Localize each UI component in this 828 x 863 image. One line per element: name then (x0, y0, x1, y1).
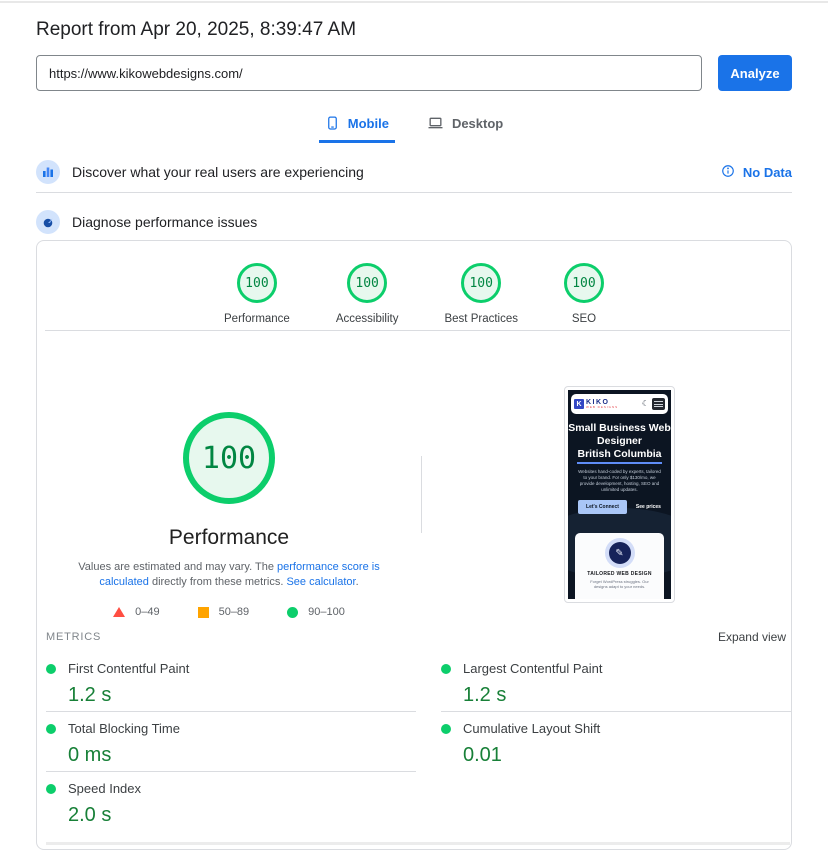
best-practices-score-circle: 100 (461, 263, 501, 303)
field-data-label: Discover what your real users are experi… (72, 164, 364, 180)
category-accessibility[interactable]: 100 Accessibility (336, 263, 399, 325)
screenshot-brand: K KIKO WEB DESIGNS (574, 399, 618, 409)
report-card: 100 Performance 100 Accessibility 100 Be… (36, 240, 792, 850)
pass-circle-icon (287, 607, 298, 618)
lab-data-label: Diagnose performance issues (72, 214, 257, 230)
see-calculator-link[interactable]: See calculator (286, 576, 355, 588)
hamburger-menu-icon (652, 398, 665, 410)
score-disclaimer: Values are estimated and may vary. The p… (57, 560, 402, 590)
tab-mobile-label: Mobile (348, 116, 389, 131)
legend-average-range: 50–89 (219, 606, 250, 618)
pass-dot-icon (441, 664, 451, 674)
moon-icon: ☾ (642, 400, 649, 408)
no-data-status[interactable]: No Data (721, 164, 792, 181)
info-icon[interactable] (721, 164, 735, 181)
disclaimer-text-3: . (356, 576, 359, 588)
screenshot-navbar: K KIKO WEB DESIGNS ☾ (571, 394, 668, 414)
best-practices-score-label: Best Practices (444, 313, 518, 325)
expand-view-button[interactable]: Expand view (718, 630, 786, 644)
legend-fail-range: 0–49 (135, 606, 159, 618)
accessibility-score-label: Accessibility (336, 313, 399, 325)
pass-dot-icon (441, 724, 451, 734)
metric-value: 1.2 s (463, 683, 791, 707)
page-title: Report from Apr 20, 2025, 8:39:47 AM (36, 18, 792, 42)
mobile-phone-icon (325, 115, 340, 131)
vertical-divider (421, 456, 422, 533)
metrics-grid: First Contentful Paint 1.2 s Largest Con… (46, 652, 791, 831)
pass-dot-icon (46, 724, 56, 734)
screenshot-headline: Small Business Web Designer British Colu… (568, 422, 671, 464)
fail-triangle-icon (113, 607, 125, 617)
performance-section: 100 Performance Values are estimated and… (37, 331, 791, 630)
feature-title: TAILORED WEB DESIGN (575, 571, 664, 577)
metric-empty-cell (441, 771, 791, 831)
legend-pass: 90–100 (287, 606, 345, 618)
real-users-chart-icon (36, 160, 60, 184)
analyze-button[interactable]: Analyze (718, 55, 792, 91)
performance-score-circle: 100 (237, 263, 277, 303)
tab-mobile[interactable]: Mobile (319, 111, 395, 143)
screenshot-body-text: Websites hand-coded by experts, tailored… (577, 469, 662, 493)
accessibility-score-circle: 100 (347, 263, 387, 303)
device-tabs: Mobile Desktop (36, 111, 792, 143)
screenshot-feature-card: ✎ TAILORED WEB DESIGN Forget WordPress s… (575, 533, 664, 599)
pass-dot-icon (46, 784, 56, 794)
category-scores: 100 Performance 100 Accessibility 100 Be… (37, 241, 791, 325)
performance-gauge[interactable]: 100 (183, 412, 275, 504)
metric-value: 0.01 (463, 743, 791, 767)
lab-data-row: Diagnose performance issues (36, 210, 792, 234)
metric-value: 1.2 s (68, 683, 416, 707)
legend-average: 50–89 (198, 606, 250, 618)
performance-gauge-title: Performance (37, 526, 421, 550)
kiko-logo-icon: K (574, 399, 584, 409)
headline-line-3: British Columbia (577, 448, 661, 464)
tab-desktop[interactable]: Desktop (421, 111, 509, 143)
performance-score-label: Performance (224, 313, 290, 325)
category-seo[interactable]: 100 SEO (564, 263, 604, 325)
legend-pass-range: 90–100 (308, 606, 345, 618)
metric-value: 0 ms (68, 743, 416, 767)
seo-score-label: SEO (572, 313, 596, 325)
screenshot-cta-secondary: See prices (636, 504, 661, 510)
metric-cumulative-layout-shift: Cumulative Layout Shift 0.01 (441, 711, 791, 771)
top-divider (0, 1, 828, 3)
screenshot-content: K KIKO WEB DESIGNS ☾ Small Business (568, 390, 671, 599)
category-best-practices[interactable]: 100 Best Practices (444, 263, 518, 325)
seo-score-circle: 100 (564, 263, 604, 303)
screenshot-brand-sub: WEB DESIGNS (586, 406, 618, 409)
section-divider (36, 192, 792, 193)
tab-desktop-label: Desktop (452, 116, 503, 131)
metric-speed-index: Speed Index 2.0 s (46, 771, 416, 831)
desktop-laptop-icon (427, 115, 444, 131)
headline-line-2: Designer (568, 435, 671, 448)
page-screenshot-thumbnail[interactable]: K KIKO WEB DESIGNS ☾ Small Business (564, 386, 675, 603)
disclaimer-text-2: directly from these metrics. (149, 576, 287, 588)
legend-fail: 0–49 (113, 606, 159, 618)
metric-value: 2.0 s (68, 803, 416, 827)
average-square-icon (198, 607, 209, 618)
feature-body: Forget WordPress struggles. Our designs … (583, 579, 656, 589)
no-data-label: No Data (743, 165, 792, 180)
bottom-divider (46, 842, 790, 845)
url-input[interactable] (36, 55, 702, 91)
category-performance[interactable]: 100 Performance (224, 263, 290, 325)
metric-largest-contentful-paint: Largest Contentful Paint 1.2 s (441, 652, 791, 711)
headline-line-1: Small Business Web (568, 422, 671, 435)
diagnose-gauge-icon (36, 210, 60, 234)
screenshot-cta-primary: Let's Connect (578, 500, 627, 514)
metric-first-contentful-paint: First Contentful Paint 1.2 s (46, 652, 416, 711)
disclaimer-text-1: Values are estimated and may vary. The (78, 561, 277, 573)
metric-total-blocking-time: Total Blocking Time 0 ms (46, 711, 416, 771)
pencil-icon: ✎ (609, 542, 631, 564)
url-form: Analyze (36, 55, 792, 91)
score-legend: 0–49 50–89 90–100 (37, 606, 421, 618)
metrics-header: METRICS Expand view (37, 630, 791, 644)
metrics-heading: METRICS (46, 631, 101, 643)
field-data-row: Discover what your real users are experi… (36, 160, 792, 184)
pass-dot-icon (46, 664, 56, 674)
